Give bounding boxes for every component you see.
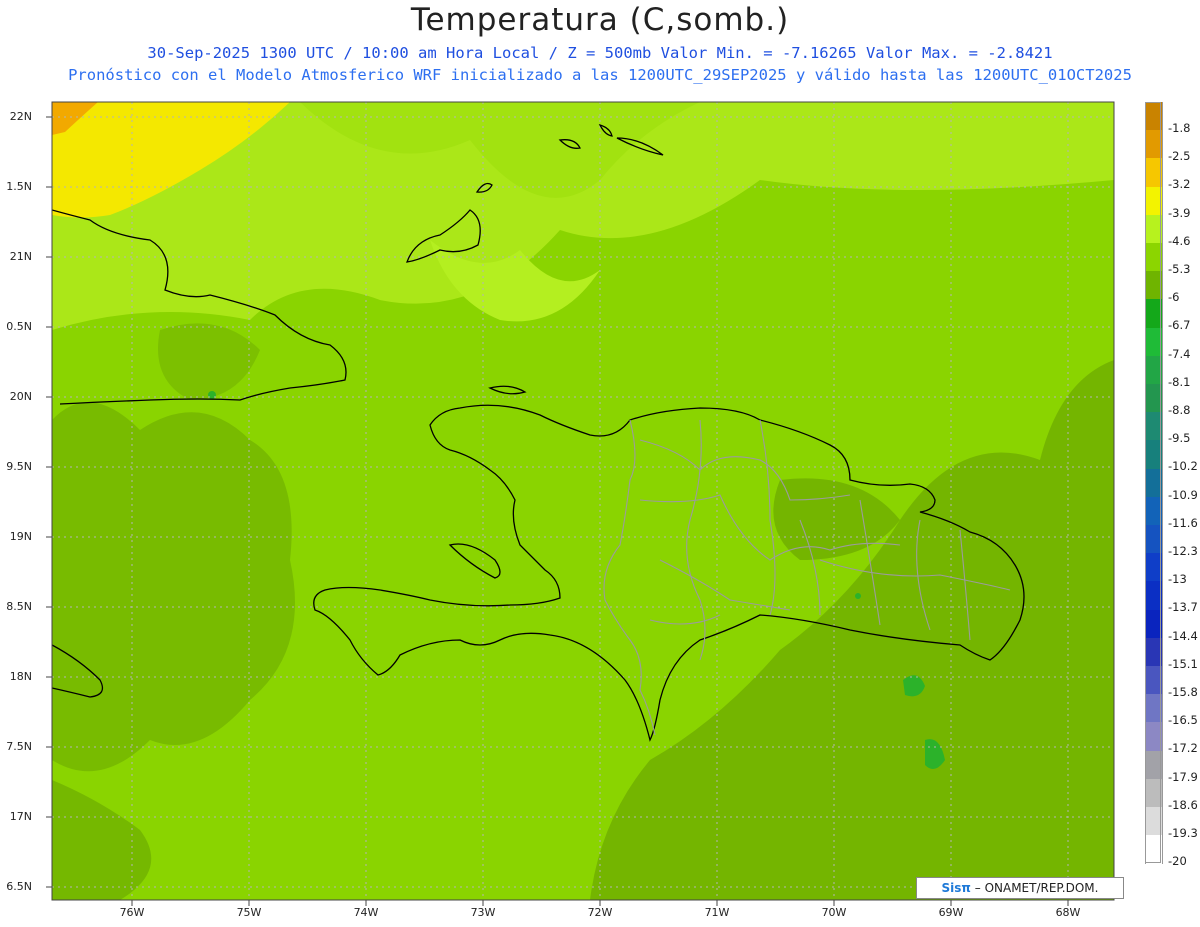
legend-label: -20: [1168, 854, 1187, 869]
lon-label: 71W: [704, 906, 730, 919]
legend-label: -17.2: [1168, 741, 1198, 756]
legend-label: -13: [1168, 572, 1187, 587]
legend-label: -10.9: [1168, 487, 1198, 502]
legend-label: -19.3: [1168, 826, 1198, 840]
lat-label: 19N: [9, 530, 32, 543]
legend-label: -3.2: [1168, 177, 1191, 192]
legend-label: -7.4: [1168, 346, 1191, 361]
lat-label: 6.5N: [6, 880, 32, 893]
legend-label: -14.4: [1168, 628, 1198, 643]
legend-label: -5.3: [1168, 262, 1191, 276]
legend-label: -18.6: [1168, 797, 1198, 812]
lon-label: 70W: [821, 906, 847, 919]
legend-label: -12.3: [1168, 544, 1198, 558]
temperature-map: [46, 101, 1115, 906]
field-layer: [52, 102, 1114, 900]
legend-label: -15.1: [1168, 656, 1198, 671]
lat-label: 1.5N: [6, 180, 32, 193]
lat-label: 22N: [9, 110, 32, 123]
lon-label: 68W: [1055, 906, 1081, 919]
legend-label: -10.2: [1168, 459, 1198, 474]
legend-label: -15.8: [1168, 685, 1198, 699]
lon-label: 75W: [236, 906, 262, 919]
lon-label: 69W: [938, 906, 964, 919]
lat-label: 17N: [9, 810, 32, 823]
lat-label: 0.5N: [6, 320, 32, 333]
lat-label: 9.5N: [6, 460, 32, 473]
legend-label: -11.6: [1168, 515, 1198, 530]
legend-label: -6: [1168, 290, 1180, 305]
legend-label: -2.5: [1168, 149, 1191, 164]
lat-label: 8.5N: [6, 600, 32, 613]
lat-label: 18N: [9, 670, 32, 683]
legend-label: -1.8: [1168, 121, 1191, 135]
legend-label: -3.9: [1168, 205, 1191, 220]
legend-label: -8.8: [1168, 403, 1191, 417]
lat-label: 7.5N: [6, 740, 32, 753]
lon-label: 73W: [470, 906, 496, 919]
lon-label: 76W: [119, 906, 145, 919]
legend-label: -6.7: [1168, 318, 1191, 333]
lat-label: 20N: [9, 390, 32, 403]
credit-brand: Sisπ: [941, 881, 971, 895]
legend-frame: [1145, 102, 1161, 864]
legend-label: -8.1: [1168, 374, 1191, 389]
lat-label: 21N: [9, 250, 32, 263]
credit-text: – ONAMET/REP.DOM.: [974, 881, 1099, 895]
credit-box: Sisπ – ONAMET/REP.DOM.: [916, 877, 1124, 899]
legend-label: -9.5: [1168, 431, 1191, 446]
legend-label: -13.7: [1168, 600, 1198, 615]
lon-label: 72W: [587, 906, 613, 919]
legend-label: -4.6: [1168, 233, 1191, 248]
legend-label: -17.9: [1168, 769, 1198, 784]
lon-label: 74W: [353, 906, 379, 919]
legend-label: -16.5: [1168, 713, 1198, 728]
